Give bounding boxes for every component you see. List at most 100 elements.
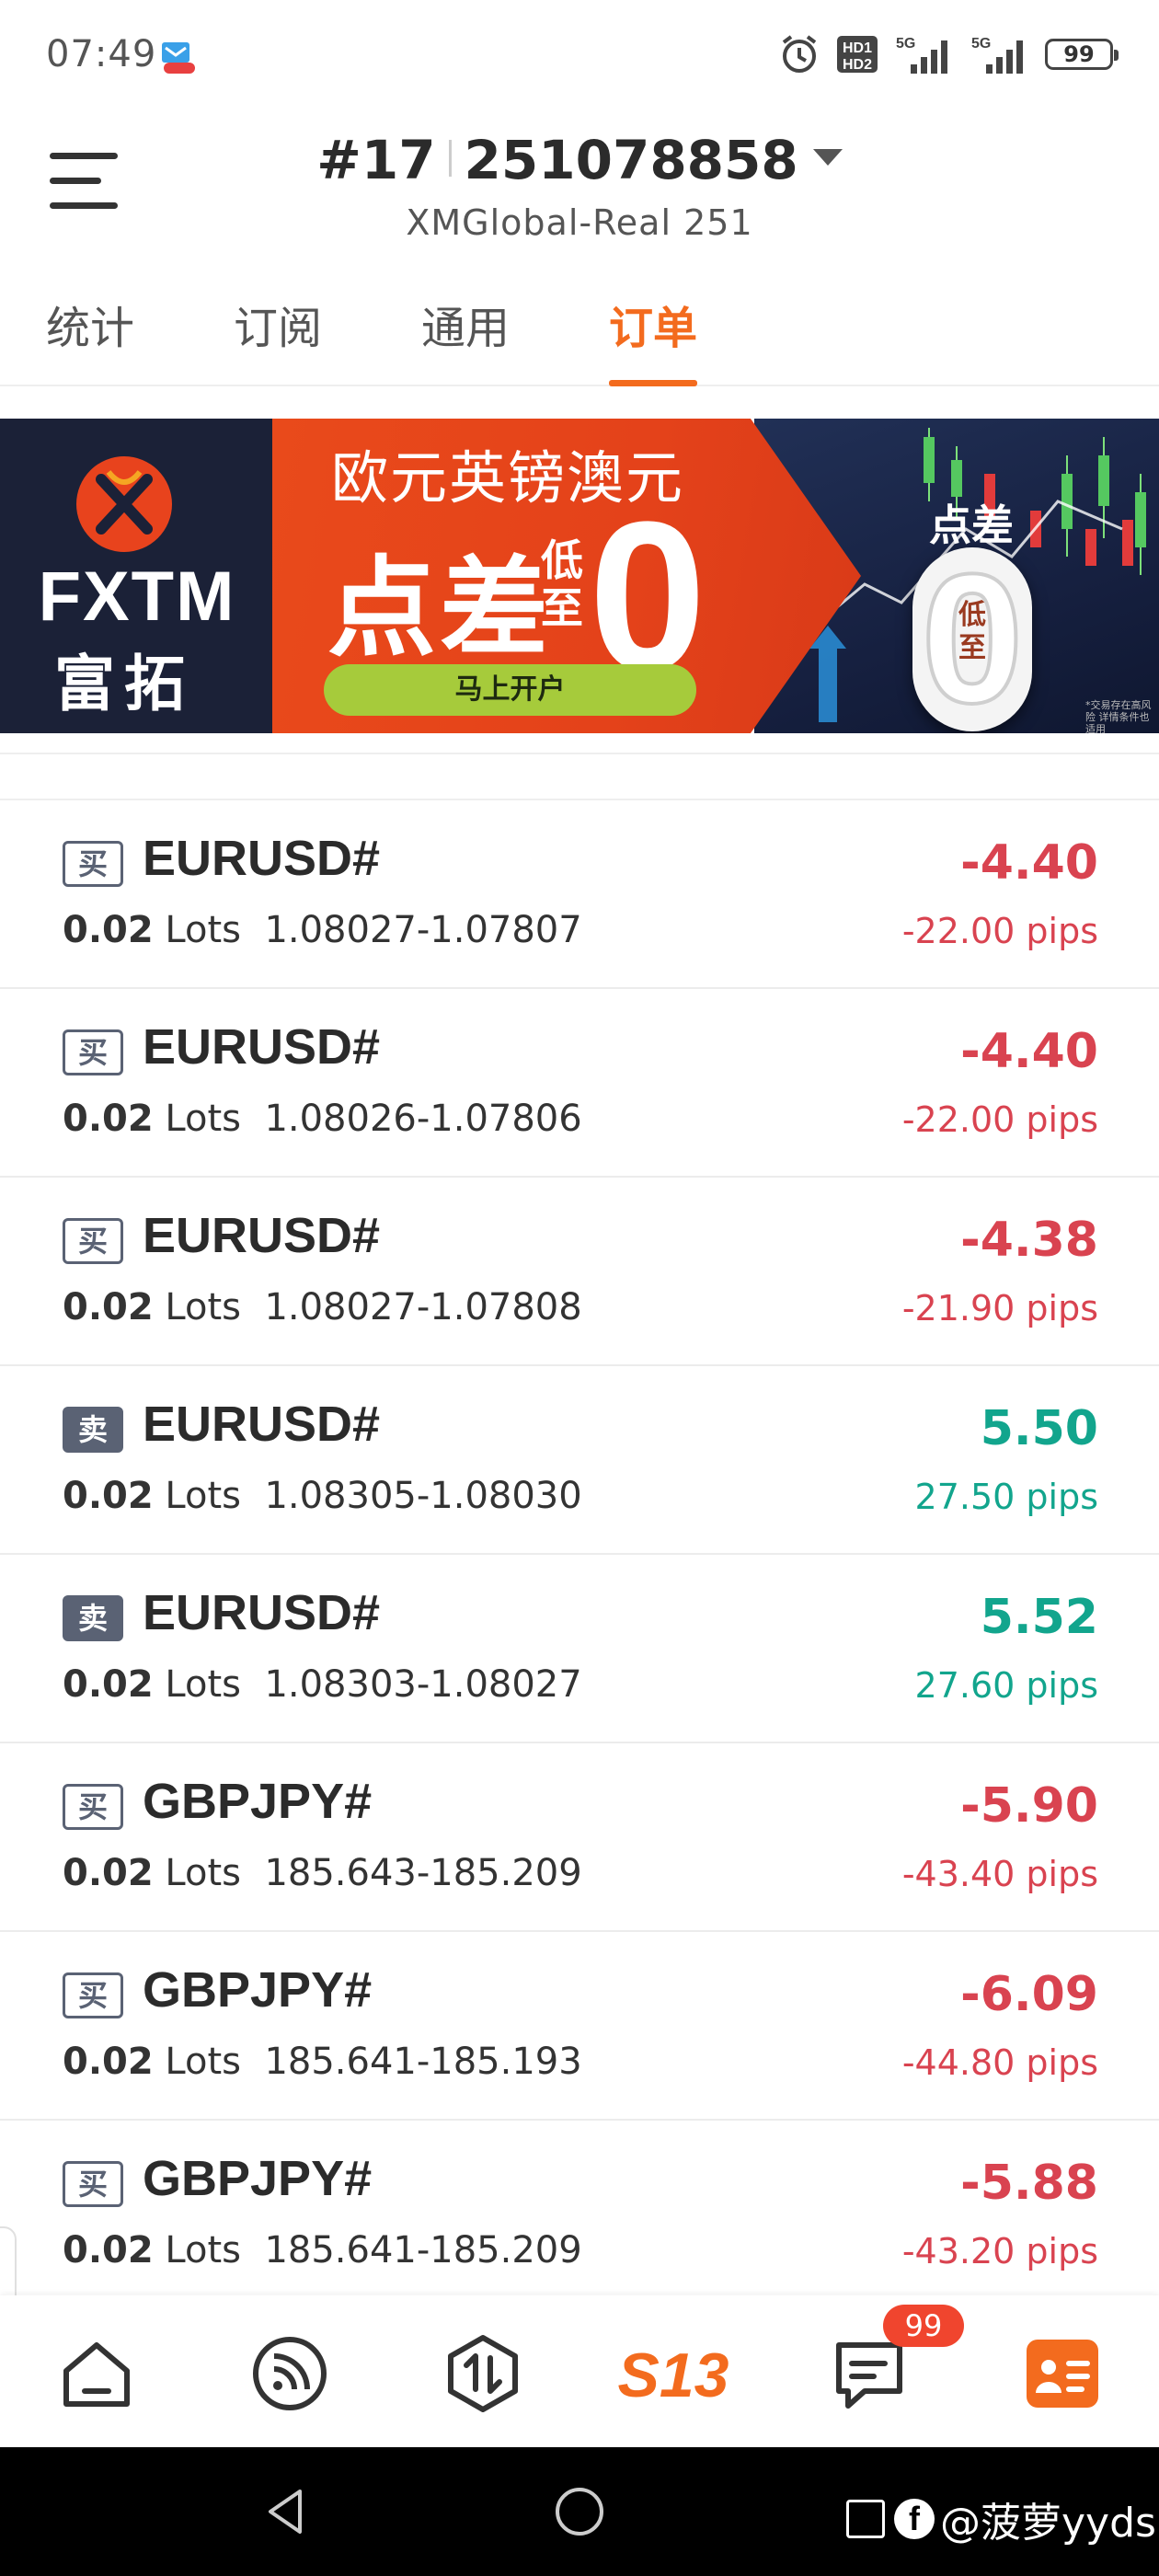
order-lots: 0.02 — [63, 1098, 154, 1140]
order-type-badge: 卖 — [63, 1407, 123, 1453]
chevron-down-icon — [812, 149, 843, 166]
order-pips: -43.20 pips — [901, 2231, 1098, 2271]
order-pips: -43.40 pips — [901, 1854, 1098, 1894]
order-row[interactable]: 买 EURUSD# 0.02 Lots 1.08026-1.07806 -4.4… — [0, 989, 1159, 1178]
order-type-badge: 买 — [63, 1972, 123, 2018]
order-profit: -4.40 — [960, 1024, 1098, 1079]
order-prices: 185.643-185.209 — [264, 1852, 582, 1894]
order-detail: 0.02 Lots 1.08303-1.08027 — [63, 1663, 582, 1706]
order-pips: 27.60 pips — [914, 1665, 1098, 1706]
order-profit: -5.90 — [960, 1778, 1098, 1834]
order-symbol: EURUSD# — [143, 1208, 381, 1263]
order-profit: -4.40 — [960, 835, 1098, 891]
status-time: 07:49 — [46, 33, 157, 75]
tab-statistics[interactable]: 统计 — [46, 292, 134, 386]
order-profit: -6.09 — [960, 1967, 1098, 2022]
order-profit: -5.88 — [960, 2156, 1098, 2211]
order-row[interactable]: 买 EURUSD# 0.02 Lots 1.08027-1.07808 -4.3… — [0, 1178, 1159, 1366]
order-detail: 0.02 Lots 185.641-185.193 — [63, 2041, 582, 2083]
banner-right-zero: 0 低至 — [912, 546, 1032, 733]
signal-icon: 5G — [896, 36, 947, 74]
banner-low-to: 低至 — [541, 535, 583, 633]
order-pips: -21.90 pips — [901, 1288, 1098, 1328]
order-detail: 0.02 Lots 185.643-185.209 — [63, 1852, 582, 1894]
order-lots-unit: Lots — [165, 2229, 241, 2271]
order-type-badge: 买 — [63, 1218, 123, 1264]
orders-list: 买 EURUSD# 0.02 Lots 1.08027-1.07807 -4.4… — [0, 800, 1159, 2309]
watermark: f @菠萝yyds — [846, 2490, 1156, 2548]
open-account-button[interactable]: 马上开户 — [324, 664, 696, 716]
order-prices: 1.08305-1.08030 — [264, 1475, 582, 1517]
order-row[interactable]: 买 GBPJPY# 0.02 Lots 185.641-185.209 -5.8… — [0, 2121, 1159, 2309]
svg-text:HD2: HD2 — [843, 57, 872, 73]
order-detail: 0.02 Lots 1.08027-1.07808 — [63, 1286, 582, 1328]
order-row[interactable]: 买 GBPJPY# 0.02 Lots 185.643-185.209 -5.9… — [0, 1743, 1159, 1932]
order-type-badge: 买 — [63, 841, 123, 887]
order-lots: 0.02 — [63, 1663, 154, 1706]
order-prices: 1.08027-1.07808 — [264, 1286, 582, 1328]
order-row[interactable]: 卖 EURUSD# 0.02 Lots 1.08303-1.08027 5.52… — [0, 1555, 1159, 1743]
order-profit: 5.52 — [980, 1590, 1098, 1645]
signal-icon: 5G — [971, 36, 1023, 74]
network-label: 5G — [896, 36, 915, 52]
order-prices: 1.08026-1.07806 — [264, 1098, 582, 1140]
bottom-navigation: S13 99 — [0, 2295, 1159, 2447]
order-detail: 0.02 Lots 1.08027-1.07807 — [63, 909, 582, 951]
ad-banner[interactable]: FXTM 富拓 欧元英镑澳元 点差 低至 0 马上开户 点差 0 低至 *交易存… — [0, 419, 1159, 733]
battery-level: 99 — [1063, 41, 1095, 67]
home-icon[interactable] — [55, 2332, 138, 2415]
account-index: #17 — [316, 129, 436, 191]
brand-name: FXTM — [38, 558, 236, 636]
order-lots-unit: Lots — [165, 909, 241, 951]
trade-icon[interactable] — [442, 2332, 524, 2415]
order-pips: -22.00 pips — [901, 911, 1098, 951]
order-type-badge: 买 — [63, 1784, 123, 1830]
order-lots-unit: Lots — [165, 1475, 241, 1517]
tab-orders[interactable]: 订单 — [609, 292, 698, 386]
network-label: 5G — [971, 36, 991, 52]
banner-fine-print: *交易存在高风险 详情条件也适用 — [1085, 699, 1152, 733]
order-lots: 0.02 — [63, 909, 154, 951]
recents-icon[interactable] — [846, 2500, 885, 2538]
hd-icon: HD1 HD2 — [837, 36, 878, 73]
back-icon[interactable] — [258, 2482, 316, 2541]
status-bar: 07:49 HD1 HD2 5G 5G 99 — [0, 0, 1159, 110]
profile-card-icon[interactable] — [1021, 2332, 1104, 2415]
order-symbol: EURUSD# — [143, 1585, 381, 1640]
tab-subscriptions[interactable]: 订阅 — [234, 292, 322, 386]
order-detail: 0.02 Lots 1.08026-1.07806 — [63, 1098, 582, 1140]
server-name: XMGlobal-Real 251 — [406, 202, 753, 243]
order-lots: 0.02 — [63, 2229, 154, 2271]
order-row[interactable]: 买 GBPJPY# 0.02 Lots 185.641-185.193 -6.0… — [0, 1932, 1159, 2121]
order-type-badge: 买 — [63, 1029, 123, 1075]
account-selector[interactable]: #17 251078858 — [0, 129, 1159, 191]
tab-general[interactable]: 通用 — [421, 292, 510, 386]
facebook-logo-icon: f — [894, 2499, 935, 2539]
svg-text:HD1: HD1 — [843, 40, 872, 56]
order-symbol: EURUSD# — [143, 831, 381, 886]
banner-right-low-to: 低至 — [958, 599, 986, 664]
order-lots: 0.02 — [63, 1286, 154, 1328]
order-lots-unit: Lots — [165, 1852, 241, 1894]
messages-badge: 99 — [883, 2305, 964, 2347]
order-prices: 185.641-185.209 — [264, 2229, 582, 2271]
order-row[interactable]: 卖 EURUSD# 0.02 Lots 1.08305-1.08030 5.50… — [0, 1366, 1159, 1555]
order-lots-unit: Lots — [165, 1286, 241, 1328]
tab-bar: 统计 订阅 通用 订单 — [0, 281, 1159, 386]
order-pips: -22.00 pips — [901, 1099, 1098, 1140]
s13-label: S13 — [618, 2340, 729, 2410]
account-number: 251078858 — [464, 129, 798, 191]
order-lots-unit: Lots — [165, 1098, 241, 1140]
order-pips: 27.50 pips — [914, 1477, 1098, 1517]
order-symbol: EURUSD# — [143, 1019, 381, 1075]
order-lots-unit: Lots — [165, 1663, 241, 1706]
order-row[interactable]: 买 EURUSD# 0.02 Lots 1.08027-1.07807 -4.4… — [0, 800, 1159, 989]
signal-feed-icon[interactable] — [248, 2332, 331, 2415]
s13-icon[interactable]: S13 — [618, 2332, 729, 2415]
system-navigation-bar: f @菠萝yyds — [0, 2447, 1159, 2576]
order-lots: 0.02 — [63, 1852, 154, 1894]
home-circle-icon[interactable] — [550, 2482, 609, 2541]
order-prices: 185.641-185.193 — [264, 2041, 582, 2083]
order-profit: 5.50 — [980, 1401, 1098, 1456]
order-type-badge: 买 — [63, 2161, 123, 2207]
